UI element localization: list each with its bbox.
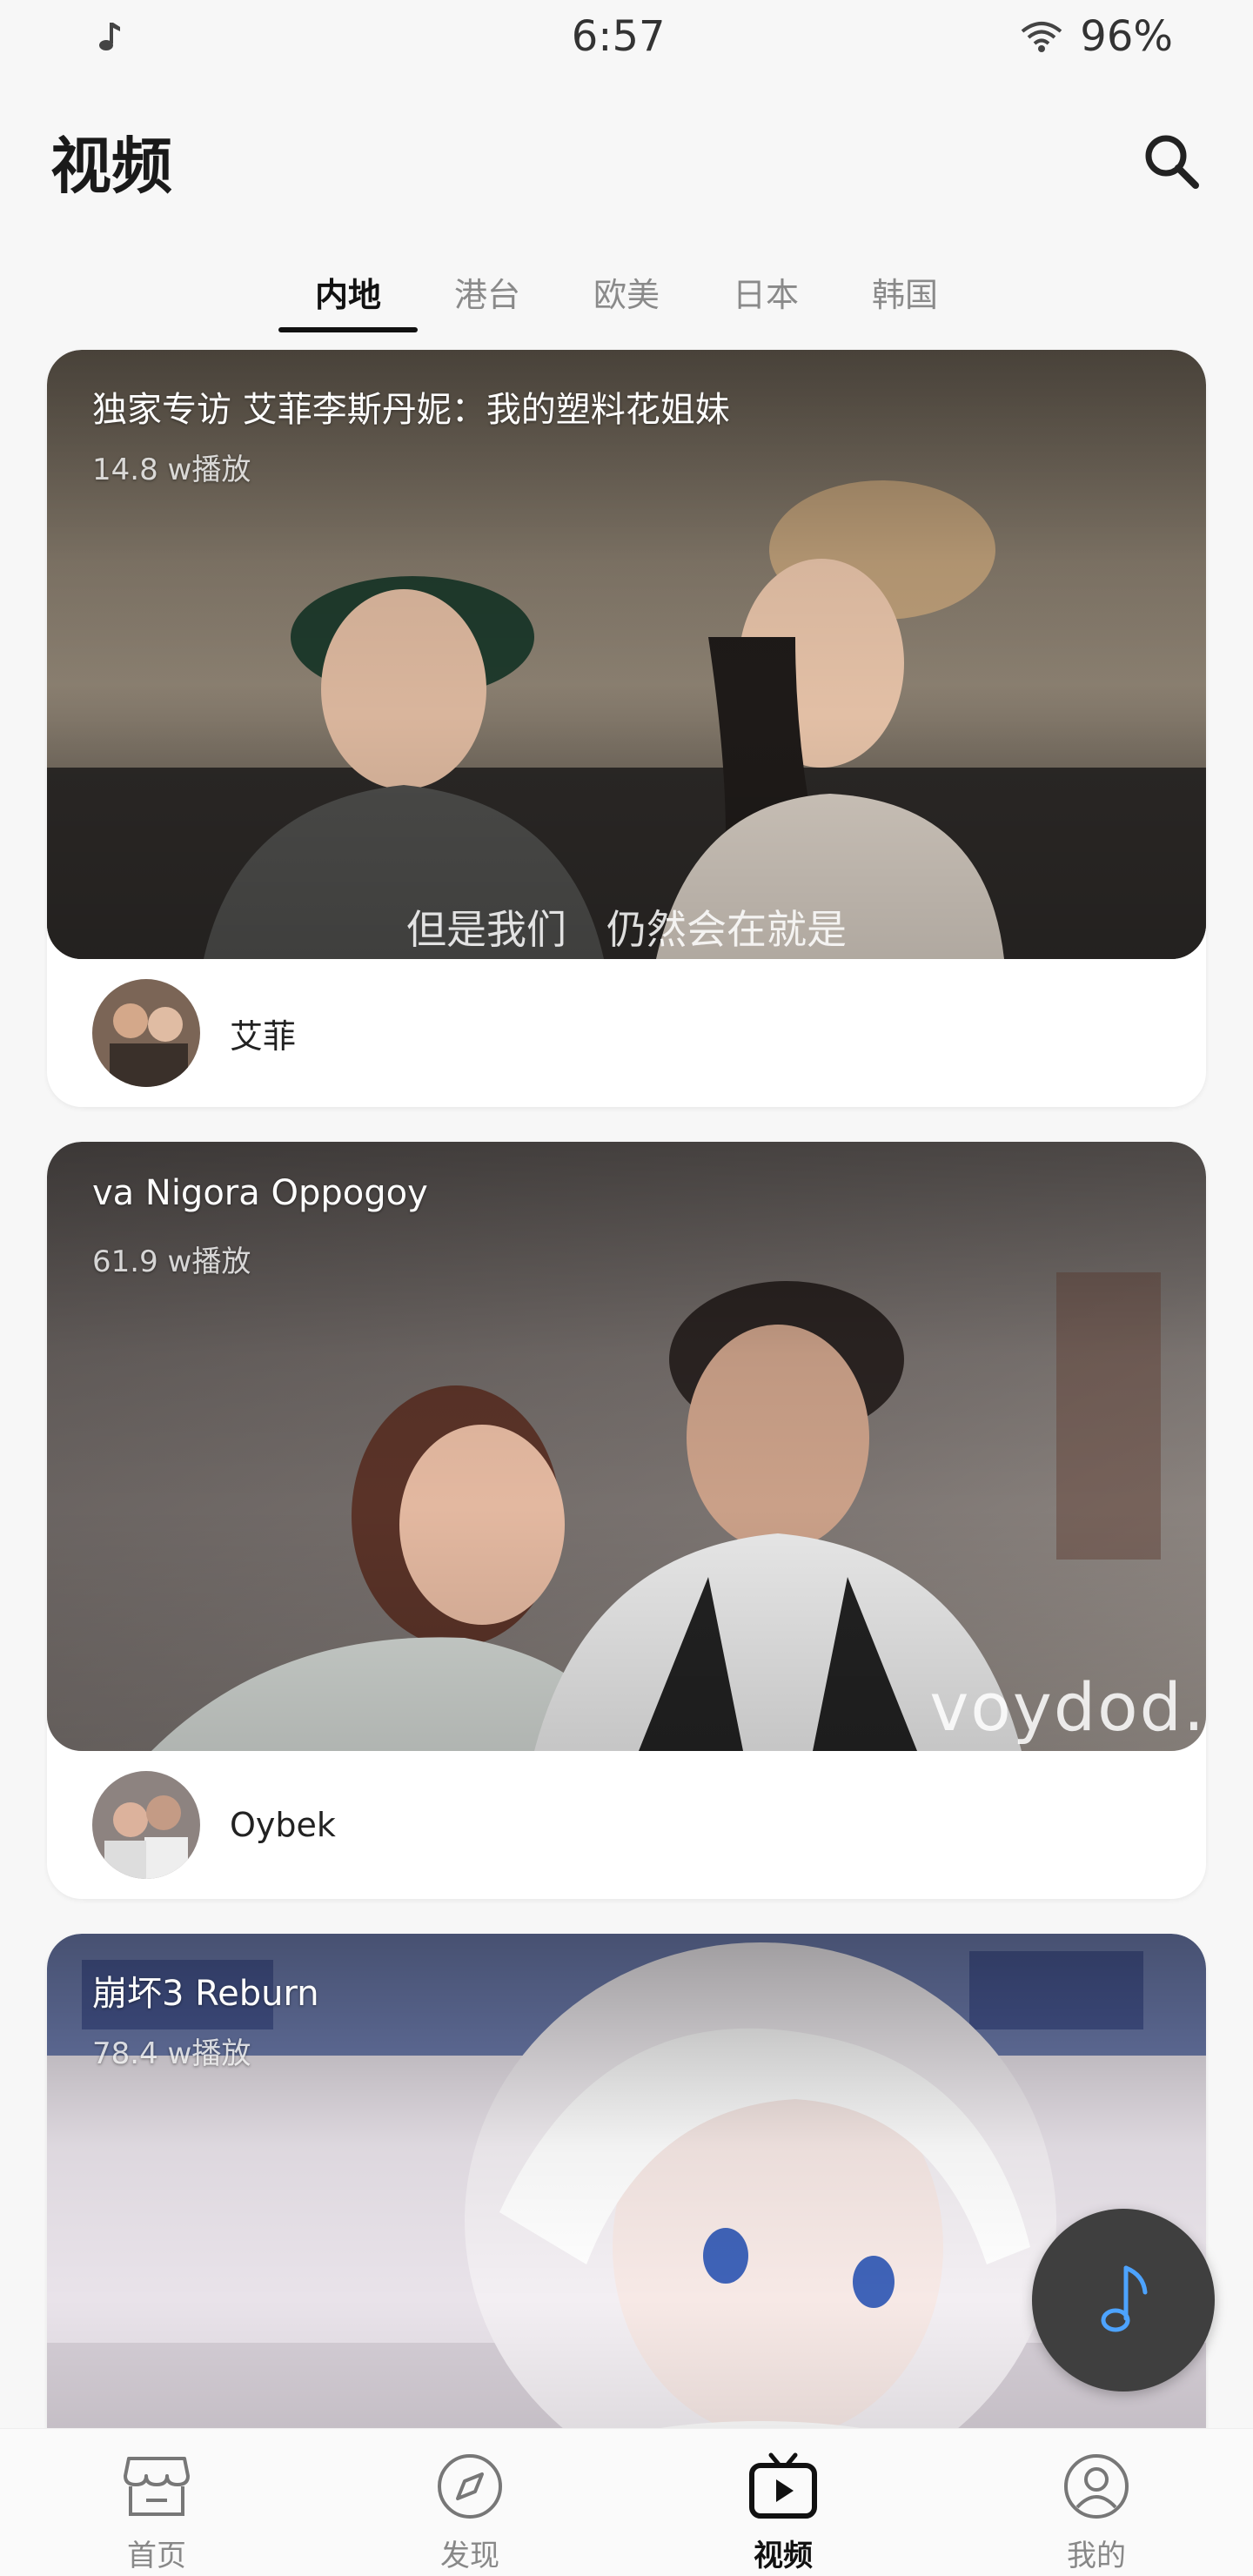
status-bar: 6:57 96% xyxy=(0,0,1253,73)
nav-label: 发现 xyxy=(440,2539,499,2573)
tv-play-icon xyxy=(747,2450,820,2523)
card-footer: Oybek xyxy=(47,1751,1206,1899)
view-count: 61.9 w播放 xyxy=(92,1244,251,1279)
tab-korea[interactable]: 韩国 xyxy=(835,252,975,336)
wifi-icon xyxy=(1022,22,1062,52)
search-icon xyxy=(1145,135,1199,189)
nav-label: 首页 xyxy=(127,2539,186,2573)
battery-percent: 96% xyxy=(1080,12,1173,61)
video-watermark: voydod. xyxy=(929,1668,1206,1746)
author-name[interactable]: 艾菲 xyxy=(230,1010,296,1057)
music-note-icon xyxy=(1101,2265,1148,2332)
tab-japan[interactable]: 日本 xyxy=(696,252,835,336)
video-title: 崩坏3 Reburn xyxy=(92,1974,319,2014)
video-subtitle-caption: 但是我们 仍然会在就是 xyxy=(406,906,847,953)
view-count: 78.4 w播放 xyxy=(92,2036,251,2071)
music-player-button[interactable] xyxy=(1032,2209,1215,2392)
nav-discover[interactable]: 发现 xyxy=(313,2429,626,2576)
view-count: 14.8 w播放 xyxy=(92,453,251,487)
video-thumbnail[interactable]: va Nigora Oppogoy 61.9 w播放 voydod. xyxy=(47,1142,1206,1751)
category-tabs: 内地 港台 欧美 日本 韩国 xyxy=(0,252,1253,336)
author-name[interactable]: Oybek xyxy=(230,1806,336,1844)
status-right: 96% xyxy=(1019,12,1173,61)
avatar[interactable] xyxy=(92,1771,200,1879)
video-title: 独家专访 艾菲李斯丹妮：我的塑料花姐妹 xyxy=(92,390,730,430)
tab-western[interactable]: 欧美 xyxy=(557,252,696,336)
tab-hk-tw[interactable]: 港台 xyxy=(418,252,557,336)
music-note-icon xyxy=(99,23,120,50)
video-title: va Nigora Oppogoy xyxy=(92,1173,428,1213)
compass-icon xyxy=(433,2450,506,2523)
person-icon xyxy=(1060,2450,1133,2523)
header: 视频 xyxy=(0,104,1253,218)
thumbnail-shade xyxy=(47,1142,1206,1751)
avatar[interactable] xyxy=(92,979,200,1087)
page-title: 视频 xyxy=(50,130,172,202)
video-card[interactable]: 独家专访 艾菲李斯丹妮：我的塑料花姐妹 14.8 w播放 但是我们 仍然会在就是… xyxy=(47,350,1206,1107)
nav-label: 我的 xyxy=(1067,2539,1126,2573)
shop-icon xyxy=(120,2450,193,2523)
nav-mine[interactable]: 我的 xyxy=(940,2429,1253,2576)
nav-video[interactable]: 视频 xyxy=(626,2429,940,2576)
status-time: 6:57 xyxy=(571,12,666,61)
bottom-navigation: 首页 发现 视频 我的 xyxy=(0,2428,1253,2576)
thumbnail-shade xyxy=(47,350,1206,959)
nav-home[interactable]: 首页 xyxy=(0,2429,313,2576)
video-thumbnail[interactable]: 独家专访 艾菲李斯丹妮：我的塑料花姐妹 14.8 w播放 但是我们 仍然会在就是 xyxy=(47,350,1206,959)
card-footer: 艾菲 xyxy=(47,959,1206,1107)
video-card[interactable]: va Nigora Oppogoy 61.9 w播放 voydod. Oybek xyxy=(47,1142,1206,1899)
status-left xyxy=(96,19,218,54)
tab-mainland[interactable]: 内地 xyxy=(278,252,418,336)
nav-label: 视频 xyxy=(754,2539,813,2573)
search-button[interactable] xyxy=(1136,126,1206,196)
